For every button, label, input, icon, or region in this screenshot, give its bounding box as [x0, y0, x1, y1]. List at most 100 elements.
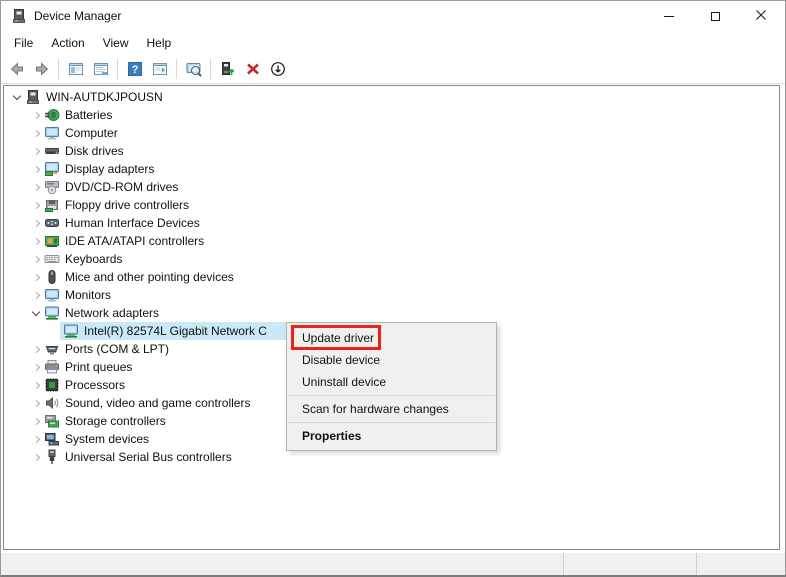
- tree-item-label: IDE ATA/ATAPI controllers: [65, 234, 205, 248]
- printer-icon: [44, 359, 60, 375]
- tree-item-label: Sound, video and game controllers: [65, 396, 251, 410]
- ports-icon: [44, 341, 60, 357]
- status-bar-cell: [1, 553, 563, 575]
- tree-item-mice-and-other-pointing-devices[interactable]: Mice and other pointing devices: [4, 268, 779, 286]
- tree-item-content: Print queues: [41, 358, 132, 376]
- tree-item-label: Network adapters: [65, 306, 160, 320]
- toolbar-button-action-pane[interactable]: [148, 58, 171, 81]
- tree-item-content: Mice and other pointing devices: [41, 268, 234, 286]
- uninstall-icon: [245, 61, 261, 77]
- tree-item-computer[interactable]: Computer: [4, 124, 779, 142]
- tree-item-content: Network adapters: [41, 304, 159, 322]
- context-menu: Update driver Disable device Uninstall dev…: [286, 322, 497, 451]
- chevron-down-icon[interactable]: [12, 88, 22, 106]
- system-icon: [44, 431, 60, 447]
- chevron-right-icon[interactable]: [31, 448, 41, 466]
- chevron-right-icon[interactable]: [31, 214, 41, 232]
- tree-item-content: System devices: [41, 430, 149, 448]
- tree-item-ide-ata-atapi-controllers[interactable]: IDE ATA/ATAPI controllers: [4, 232, 779, 250]
- minimize-button[interactable]: [646, 1, 692, 31]
- tree-item-label: System devices: [65, 432, 150, 446]
- chevron-right-icon[interactable]: [31, 178, 41, 196]
- chevron-right-icon[interactable]: [31, 286, 41, 304]
- context-menu-item-scan-for-hardware-changes[interactable]: Scan for hardware changes: [287, 398, 496, 420]
- menu-action[interactable]: Action: [42, 33, 93, 53]
- tree-item-dvd-cd-rom-drives[interactable]: DVD/CD-ROM drives: [4, 178, 779, 196]
- window-controls: [646, 1, 784, 31]
- hid-icon: [44, 215, 60, 231]
- dvd-icon: [44, 179, 60, 195]
- toolbar-button-forward[interactable]: [30, 58, 53, 81]
- tree-item-label: WIN-AUTDKJPOUSN: [46, 90, 163, 104]
- chevron-right-icon[interactable]: [31, 358, 41, 376]
- svg-text:?: ?: [131, 64, 138, 76]
- tree-item-disk-drives[interactable]: Disk drives: [4, 142, 779, 160]
- chevron-right-icon[interactable]: [31, 394, 41, 412]
- context-menu-item-properties[interactable]: Properties: [287, 425, 496, 447]
- display-icon: [44, 161, 60, 177]
- chevron-right-icon[interactable]: [31, 412, 41, 430]
- chevron-right-icon[interactable]: [31, 250, 41, 268]
- toolbar-button-help[interactable]: ?: [123, 58, 146, 81]
- maximize-button[interactable]: [692, 1, 738, 31]
- tree-item-label: Storage controllers: [65, 414, 166, 428]
- tree-item-label: Mice and other pointing devices: [65, 270, 234, 284]
- network-icon: [63, 323, 79, 339]
- toolbar-button-disable[interactable]: [266, 58, 289, 81]
- chevron-right-icon[interactable]: [31, 142, 41, 160]
- tree-item-content: Keyboards: [41, 250, 122, 268]
- device-manager-window: Device Manager File Action View Help ? WIN-…: [0, 0, 786, 577]
- tree-item-label: Universal Serial Bus controllers: [65, 450, 232, 464]
- tree-item-content: Storage controllers: [41, 412, 166, 430]
- toolbar-button-back[interactable]: [5, 58, 28, 81]
- context-menu-item-uninstall-device[interactable]: Uninstall device: [287, 371, 496, 393]
- tree-item-content: Ports (COM & LPT): [41, 340, 169, 358]
- chevron-down-icon[interactable]: [31, 304, 41, 322]
- disk-icon: [44, 143, 60, 159]
- toolbar-button-uninstall[interactable]: [241, 58, 264, 81]
- chevron-right-icon[interactable]: [31, 106, 41, 124]
- minimize-icon: [664, 15, 674, 17]
- context-menu-item-update-driver[interactable]: Update driver: [287, 325, 496, 350]
- tree-item-keyboards[interactable]: Keyboards: [4, 250, 779, 268]
- tree-item-content: Disk drives: [41, 142, 124, 160]
- close-button[interactable]: [738, 1, 784, 31]
- chevron-right-icon[interactable]: [31, 268, 41, 286]
- tree-item-monitors[interactable]: Monitors: [4, 286, 779, 304]
- chevron-right-icon[interactable]: [31, 340, 41, 358]
- tree-item-content: Batteries: [41, 106, 112, 124]
- chevron-right-icon[interactable]: [31, 376, 41, 394]
- window-title: Device Manager: [34, 9, 122, 23]
- sound-icon: [44, 395, 60, 411]
- menu-help[interactable]: Help: [138, 33, 181, 53]
- chevron-right-icon[interactable]: [31, 430, 41, 448]
- tree-item-content: Universal Serial Bus controllers: [41, 448, 232, 466]
- tree-item-network-adapters[interactable]: Network adapters: [4, 304, 779, 322]
- processor-icon: [44, 377, 60, 393]
- tree-item-batteries[interactable]: Batteries: [4, 106, 779, 124]
- toolbar-button-properties[interactable]: [89, 58, 112, 81]
- menu-file[interactable]: File: [5, 33, 42, 53]
- toolbar-button-scan[interactable]: [182, 58, 205, 81]
- context-menu-item-disable-device[interactable]: Disable device: [287, 349, 496, 371]
- forward-icon: [34, 61, 50, 77]
- monitor-icon: [44, 125, 60, 141]
- menu-view[interactable]: View: [94, 33, 138, 53]
- chevron-right-icon[interactable]: [31, 160, 41, 178]
- chevron-right-icon[interactable]: [31, 196, 41, 214]
- toolbar-button-update-driver[interactable]: [216, 58, 239, 81]
- toolbar-button-console-tree[interactable]: [64, 58, 87, 81]
- tree-item-win-autdkjpousn[interactable]: WIN-AUTDKJPOUSN: [4, 88, 779, 106]
- chevron-right-icon[interactable]: [31, 232, 41, 250]
- tree-item-content: Sound, video and game controllers: [41, 394, 250, 412]
- tree-item-floppy-drive-controllers[interactable]: Floppy drive controllers: [4, 196, 779, 214]
- chevron-right-icon[interactable]: [31, 124, 41, 142]
- tree-item-display-adapters[interactable]: Display adapters: [4, 160, 779, 178]
- close-icon: [756, 9, 766, 23]
- toolbar: ?: [1, 55, 785, 84]
- tree-item-human-interface-devices[interactable]: Human Interface Devices: [4, 214, 779, 232]
- tree-item-content: Human Interface Devices: [41, 214, 200, 232]
- tree-item-label: Human Interface Devices: [65, 216, 200, 230]
- tree-item-content: DVD/CD-ROM drives: [41, 178, 178, 196]
- storage-icon: [44, 413, 60, 429]
